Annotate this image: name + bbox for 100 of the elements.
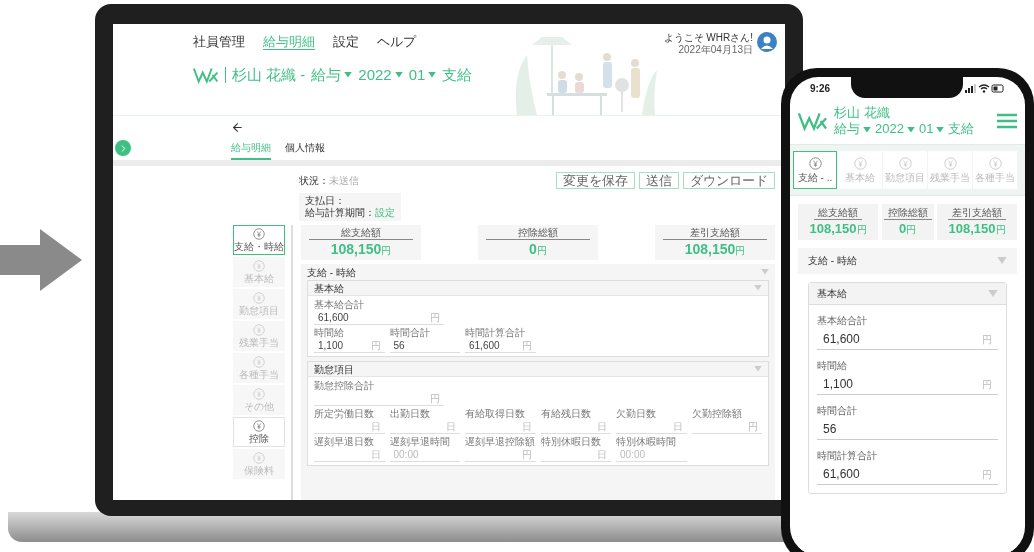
summary-amount: 108,150 bbox=[684, 240, 736, 258]
dropdown[interactable]: 2022 bbox=[358, 64, 403, 87]
summary-amount: 0 bbox=[898, 219, 907, 237]
field-label: 勤怠控除合計 bbox=[314, 380, 375, 392]
logo-icon bbox=[798, 110, 828, 133]
date-text: 2022年04月13日 bbox=[678, 44, 753, 56]
tab[interactable]: 勤怠項目 bbox=[883, 150, 927, 189]
caret-icon bbox=[394, 72, 403, 79]
currency-label: 円 bbox=[906, 222, 917, 237]
status-value: 未送信 bbox=[329, 174, 359, 188]
menu-icon[interactable] bbox=[997, 113, 1017, 130]
nav-link[interactable]: 給与明細 bbox=[263, 34, 315, 50]
employee-name: 杉山 花織 bbox=[834, 105, 891, 122]
input-field[interactable]: 61,600 円 bbox=[465, 339, 536, 353]
settings-link[interactable]: 設定 bbox=[375, 207, 395, 219]
subsection-header[interactable]: 基本給 bbox=[809, 282, 1006, 305]
field-label: 遅刻早退時間 bbox=[389, 436, 451, 448]
input-field[interactable]: 00:00 bbox=[389, 448, 460, 462]
yen-coin-icon bbox=[253, 388, 265, 400]
sidebar-item[interactable]: 支給・時給 bbox=[233, 225, 285, 255]
sidebar-item[interactable]: 保険料 bbox=[233, 449, 285, 479]
dropdown[interactable]: 2022 bbox=[875, 121, 915, 138]
summary-amount: 108,150 bbox=[330, 240, 382, 258]
currency-label: 円 bbox=[995, 222, 1006, 237]
currency-label: 円 bbox=[381, 245, 392, 256]
tab[interactable]: 個人情報 bbox=[285, 140, 325, 160]
section-header[interactable]: 支給 - 時給 bbox=[798, 247, 1017, 274]
field-label: 時間合計 bbox=[389, 327, 431, 339]
unit-label: 円 bbox=[982, 332, 992, 347]
period-label: 給与計算期間： bbox=[305, 207, 375, 219]
input-field[interactable]: 1,100 円 bbox=[314, 339, 385, 353]
caret-icon bbox=[428, 72, 437, 79]
currency-label: 円 bbox=[856, 222, 867, 237]
field-label: 基本給合計 bbox=[817, 313, 868, 328]
input-field[interactable]: 56 bbox=[389, 339, 460, 353]
back-arrow-icon[interactable] bbox=[231, 121, 244, 134]
dropdown[interactable]: 01 bbox=[918, 121, 945, 138]
unit-label: 円 bbox=[370, 339, 381, 353]
yen-coin-icon bbox=[253, 260, 265, 272]
pay-date-label: 支払日： bbox=[305, 195, 346, 207]
summary-label: 差引支給額 bbox=[663, 227, 767, 240]
caret-icon bbox=[754, 366, 762, 372]
unit-label: 円 bbox=[521, 448, 532, 462]
unit-label: 円 bbox=[982, 467, 992, 482]
logo-icon bbox=[193, 66, 219, 85]
status-icons bbox=[965, 83, 1005, 93]
nav-link[interactable]: ヘルプ bbox=[377, 34, 416, 50]
yen-coin-icon bbox=[253, 356, 265, 368]
section-header[interactable]: 支給 - 時給 bbox=[301, 264, 775, 280]
field-label: 時間計算合計 bbox=[465, 327, 526, 339]
currency-label: 円 bbox=[735, 245, 746, 256]
yen-coin-icon bbox=[898, 156, 912, 170]
summary-amount: 108,150 bbox=[948, 219, 996, 237]
clock-text: 9:26 bbox=[810, 81, 830, 96]
input-field[interactable]: 1,100 円 bbox=[817, 374, 998, 395]
yen-coin-icon bbox=[853, 156, 867, 170]
input-field[interactable]: 00:00 bbox=[616, 448, 687, 462]
input-field[interactable]: 56 bbox=[817, 419, 998, 440]
input-field[interactable]: 61,600 円 bbox=[817, 329, 998, 350]
input-field[interactable]: 円 bbox=[691, 420, 762, 434]
field-label: 特別休暇日数 bbox=[540, 436, 602, 448]
dropdown[interactable]: 給与 bbox=[311, 64, 353, 87]
welcome-text: ようこそ WHRさん! bbox=[663, 32, 753, 44]
page-title-suffix: 支給 bbox=[442, 65, 473, 85]
unit-label: 円 bbox=[982, 377, 992, 392]
action-button[interactable]: 送信 bbox=[639, 172, 679, 189]
input-field[interactable]: 61,600 円 bbox=[817, 464, 998, 485]
dropdown[interactable]: 01 bbox=[408, 64, 437, 87]
yen-coin-icon bbox=[943, 156, 957, 170]
summary-label: 控除総額 bbox=[883, 206, 932, 220]
nav-link[interactable]: 設定 bbox=[333, 34, 359, 50]
field-label: 有給取得日数 bbox=[465, 408, 526, 420]
tab[interactable]: 支給 - .. bbox=[793, 150, 837, 189]
page-title-suffix: 支給 bbox=[948, 121, 975, 138]
input-field[interactable]: 円 bbox=[314, 392, 444, 406]
nav-link[interactable]: 社員管理 bbox=[193, 34, 245, 50]
summary-label: 総支給額 bbox=[309, 227, 413, 240]
field-label: 時間合計 bbox=[817, 403, 858, 418]
unit-label: 円 bbox=[521, 339, 532, 353]
yen-coin-icon bbox=[253, 228, 265, 240]
unit-label: 円 bbox=[430, 311, 440, 325]
field-label: 欠勤控除額 bbox=[691, 408, 743, 420]
summary-label: 控除総額 bbox=[486, 227, 590, 240]
currency-label: 円 bbox=[536, 245, 547, 258]
yen-coin-icon bbox=[253, 292, 265, 304]
yen-coin-icon bbox=[253, 324, 265, 336]
subsection-header[interactable]: 基本給 bbox=[308, 281, 768, 296]
input-field[interactable]: 61,600 円 bbox=[314, 311, 444, 325]
action-button[interactable]: 変更を保存 bbox=[556, 172, 635, 189]
caret-icon bbox=[906, 126, 915, 133]
sidebar-item[interactable]: 控除 bbox=[233, 417, 285, 447]
expand-button[interactable] bbox=[115, 140, 131, 156]
summary-amount: 0 bbox=[529, 240, 537, 258]
subsection-header[interactable]: 勤怠項目 bbox=[308, 362, 768, 377]
input-field[interactable]: 円 bbox=[465, 448, 536, 462]
dropdown[interactable]: 給与 bbox=[834, 121, 871, 138]
field-label: 時間給 bbox=[314, 327, 345, 339]
employee-name: 杉山 花織 - bbox=[232, 65, 306, 85]
field-label: 時間計算合計 bbox=[817, 448, 878, 463]
action-button[interactable]: ダウンロード bbox=[683, 172, 775, 189]
